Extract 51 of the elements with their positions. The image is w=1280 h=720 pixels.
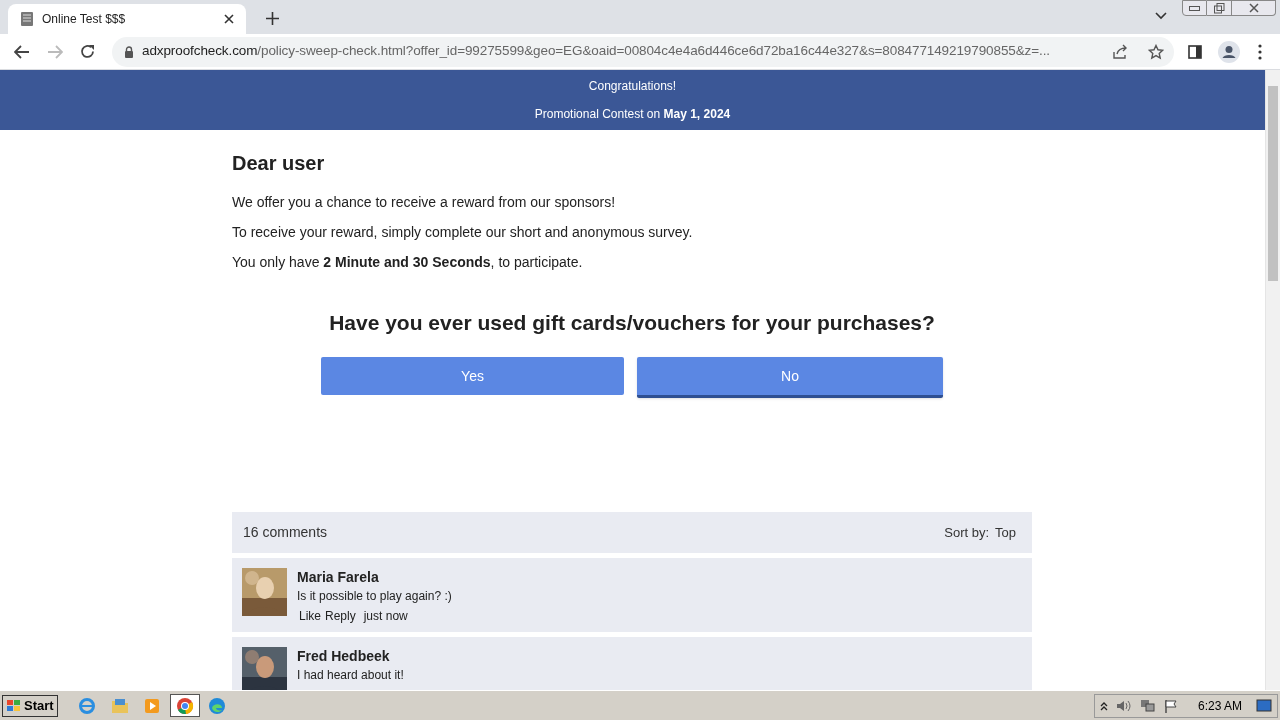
reply-link[interactable]: Reply	[325, 607, 356, 625]
minimize-icon	[1189, 5, 1200, 11]
chrome-taskbar-button[interactable]	[169, 694, 200, 717]
back-arrow-icon[interactable]	[14, 44, 30, 59]
flag-icon[interactable]	[1163, 698, 1178, 713]
share-icon[interactable]	[1112, 43, 1128, 60]
chevron-up-icon[interactable]	[1099, 700, 1108, 711]
url-text: adxproofcheck.com/policy-sweep-check.html?offer_id=99275599&geo=EG&oaid=00804c4e4a6d446ce6d72ba16c44e327&s=808477149219790855&z=...	[142, 42, 1051, 61]
lock-icon	[124, 45, 134, 58]
commenter-name: Fred Hedbeek	[297, 647, 391, 665]
scrollbar[interactable]	[1265, 70, 1280, 690]
commenter-name: Maria Farela	[297, 568, 380, 586]
banner-title: Congratulations!	[588, 78, 677, 95]
sort-option[interactable]: Top	[995, 522, 1016, 543]
comment-text: I had heard about it!	[297, 667, 404, 684]
star-icon[interactable]	[1148, 43, 1164, 60]
banner-subtitle: Promotional Contest on May 1, 2024	[534, 106, 731, 123]
survey-question: Have you ever used gift cards/vouchers for your purchases?	[328, 310, 936, 336]
restore-button[interactable]	[1207, 0, 1232, 16]
address-bar[interactable]: adxproofcheck.com/policy-sweep-check.html?offer_id=99275599&geo=EG&oaid=00804c4e4a6d446ce6d72ba16c44e327&s=808477149219790855&z=...	[112, 36, 1174, 67]
close-icon	[1248, 3, 1259, 13]
close-icon[interactable]	[224, 14, 234, 24]
reload-icon[interactable]	[80, 44, 95, 59]
chrome-logo-icon	[175, 696, 194, 715]
side-panel-icon[interactable]	[1188, 44, 1202, 59]
windows-logo-icon	[6, 698, 22, 713]
scrollbar-thumb[interactable]	[1268, 86, 1278, 281]
like-link[interactable]: Like	[299, 607, 321, 625]
greeting-heading: Dear user	[232, 151, 326, 176]
body-text: We offer you a chance to receive a reward from our sponsors!	[232, 193, 617, 212]
restore-icon	[1213, 2, 1225, 14]
body-text: You only have 2 Minute and 30 Seconds, to participate.	[232, 253, 584, 272]
speaker-icon[interactable]	[1115, 698, 1132, 713]
network-icon[interactable]	[1139, 698, 1156, 713]
body-text: To receive your reward, simply complete our short and anonymous survey.	[232, 223, 694, 242]
tab-title: Online Test $$$	[42, 11, 127, 28]
comment-text: Is it possible to play again? :)	[297, 588, 452, 605]
comment-count: 16 comments	[243, 523, 329, 542]
profile-icon[interactable]	[1218, 40, 1240, 63]
minimize-button[interactable]	[1182, 0, 1207, 16]
menu-icon[interactable]	[1258, 43, 1262, 60]
sort-label: Sort by:	[944, 523, 990, 542]
clock-text: 6:23 AM	[1197, 697, 1242, 715]
browser-tab[interactable]: Online Test $$$	[8, 4, 246, 34]
show-desktop-icon[interactable]	[1256, 698, 1272, 713]
comment-time: just now	[363, 608, 408, 625]
new-tab-icon[interactable]	[266, 12, 279, 25]
document-icon	[20, 11, 34, 27]
start-button[interactable]: Start	[2, 694, 58, 717]
chevron-down-icon[interactable]	[1155, 12, 1167, 20]
close-window-button[interactable]	[1232, 0, 1276, 16]
